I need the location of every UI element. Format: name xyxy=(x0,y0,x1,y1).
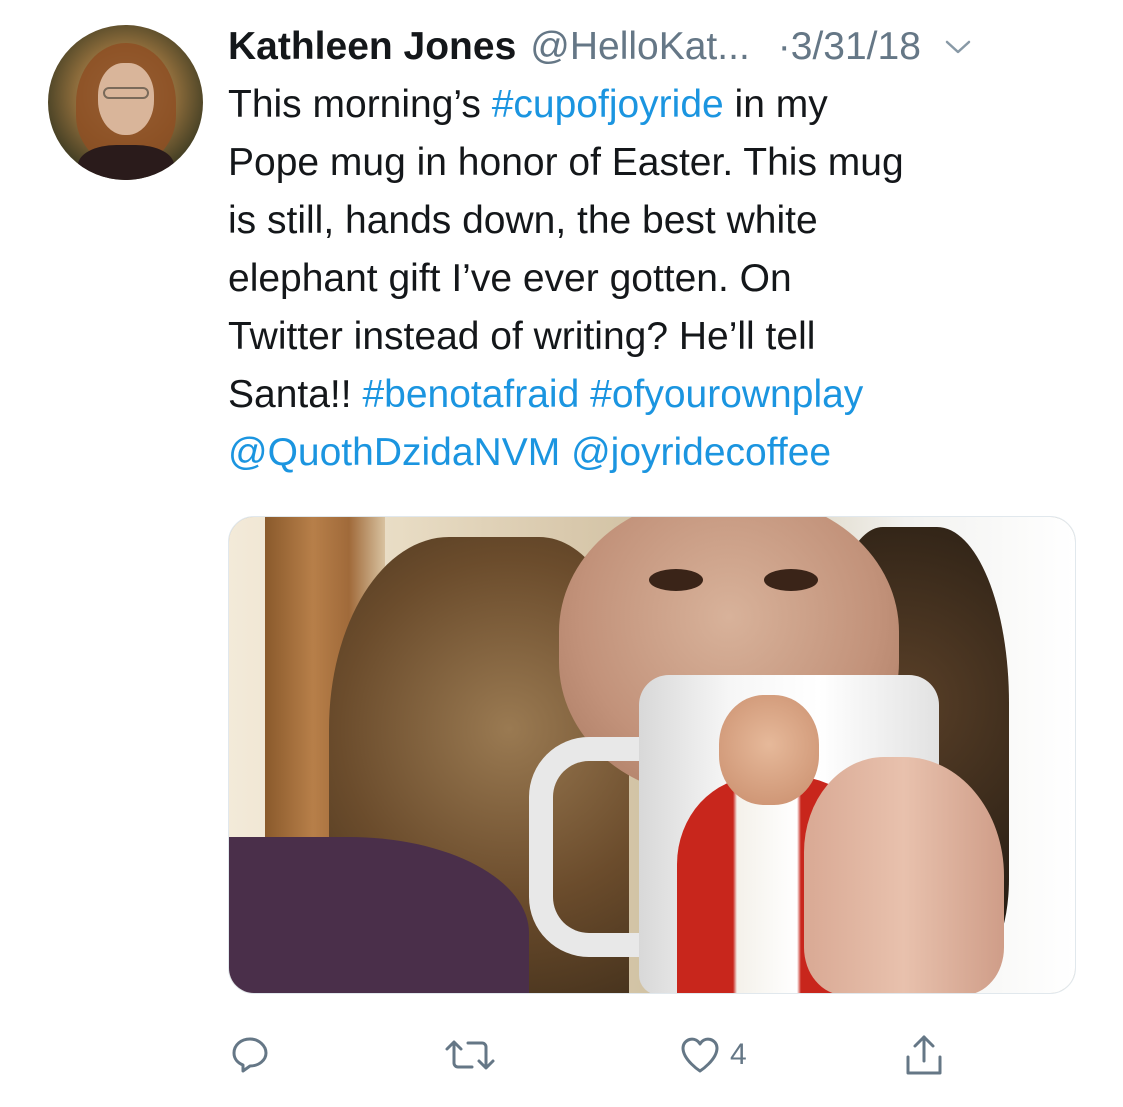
tweet-photo[interactable] xyxy=(228,516,1076,994)
tweet-text: This morning’s #cupofjoyride in my Pope m… xyxy=(228,76,1088,482)
tweet-text-segment: elephant gift I’ve ever gotten. On xyxy=(228,257,792,300)
tweet-text-segment: is still, hands down, the best white xyxy=(228,199,818,242)
tweet-text-line: @QuothDzidaNVM @joyridecoffee xyxy=(228,424,1088,482)
photo-eye xyxy=(649,569,703,591)
tweet-header: Kathleen Jones @HelloKat... ·3/31/18 xyxy=(228,22,1088,72)
display-name[interactable]: Kathleen Jones xyxy=(228,25,516,69)
chevron-down-icon[interactable] xyxy=(943,32,973,62)
share-icon xyxy=(902,1031,946,1079)
tweet-text-segment xyxy=(560,431,571,474)
tweet-text-line: is still, hands down, the best white xyxy=(228,192,1088,250)
tweet-text-line: elephant gift I’ve ever gotten. On xyxy=(228,250,1088,308)
user-handle[interactable]: @HelloKat... xyxy=(530,25,750,69)
tweet-date[interactable]: ·3/31/18 xyxy=(778,25,921,69)
tweet-text-line: This morning’s #cupofjoyride in my xyxy=(228,76,1088,134)
tweet-text-segment: Twitter instead of writing? He’ll tell xyxy=(228,315,816,358)
hashtag-link[interactable]: #ofyourownplay xyxy=(590,373,863,416)
pope-face xyxy=(719,695,819,805)
share-button[interactable] xyxy=(902,1030,946,1080)
avatar-face xyxy=(98,63,154,135)
hashtag-link[interactable]: #cupofjoyride xyxy=(492,83,724,126)
tweet-text-segment: Pope mug in honor of Easter. This mug xyxy=(228,141,904,184)
avatar-glasses xyxy=(103,87,149,99)
mention-link[interactable]: @joyridecoffee xyxy=(571,431,831,474)
tweet-text-segment: in my xyxy=(723,83,828,126)
photo-hand xyxy=(804,757,1004,993)
like-count: 4 xyxy=(730,1038,747,1071)
hashtag-link[interactable]: #benotafraid xyxy=(362,373,579,416)
retweet-icon xyxy=(444,1033,496,1077)
like-button[interactable]: 4 xyxy=(678,1030,747,1080)
tweet-text-line: Santa!! #benotafraid #ofyourownplay xyxy=(228,366,1088,424)
avatar[interactable] xyxy=(48,25,203,180)
avatar-shirt xyxy=(78,145,174,180)
heart-icon xyxy=(678,1033,722,1077)
photo-eye xyxy=(764,569,818,591)
tweet-text-segment: This morning’s xyxy=(228,83,492,126)
reply-button[interactable] xyxy=(228,1030,272,1080)
reply-icon xyxy=(228,1033,272,1077)
mug-handle xyxy=(529,737,649,957)
retweet-button[interactable] xyxy=(444,1030,496,1080)
tweet-text-line: Twitter instead of writing? He’ll tell xyxy=(228,308,1088,366)
tweet-text-segment: Santa!! xyxy=(228,373,363,416)
tweet-text-segment xyxy=(579,373,590,416)
tweet-text-line: Pope mug in honor of Easter. This mug xyxy=(228,134,1088,192)
tweet-actions: 4 xyxy=(228,1030,1088,1080)
mention-link[interactable]: @QuothDzidaNVM xyxy=(228,431,560,474)
